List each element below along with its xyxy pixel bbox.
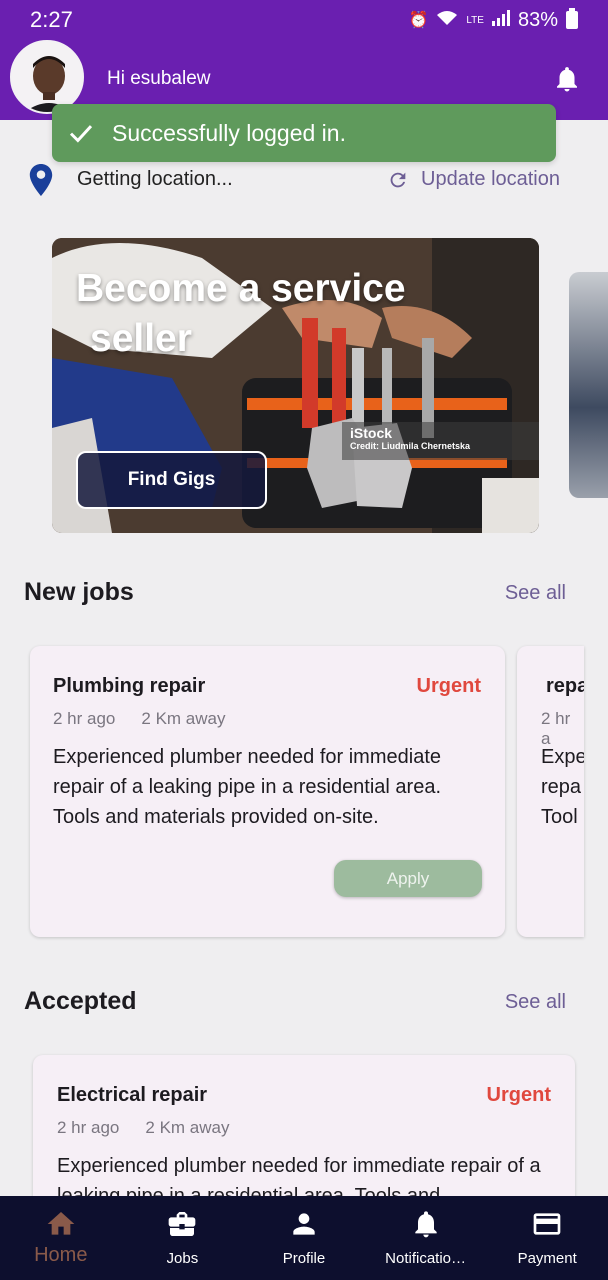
nav-payment[interactable]: Payment — [486, 1196, 608, 1280]
status-time: 2:27 — [30, 7, 73, 32]
job-card[interactable]: Plumbing repair Urgent 2 hr ago 2 Km awa… — [30, 646, 505, 937]
new-jobs-see-all-link[interactable]: See all — [505, 582, 566, 605]
job-title: repa — [546, 675, 584, 697]
job-time: 2 hr ago — [57, 1118, 120, 1137]
accepted-see-all-link[interactable]: See all — [505, 991, 566, 1014]
watermark-brand: iStock — [350, 425, 393, 441]
job-title: Plumbing repair — [53, 675, 206, 697]
nav-notifications-label: Notificatio… — [385, 1250, 466, 1267]
nav-jobs[interactable]: Jobs — [122, 1196, 244, 1280]
job-description-line: Expe — [541, 746, 584, 768]
person-icon — [293, 1213, 315, 1235]
snackbar-message: Successfully logged in. — [112, 119, 346, 146]
alarm-icon: ⏰ — [408, 12, 429, 29]
new-jobs-title: New jobs — [24, 578, 134, 606]
nav-home[interactable]: Home — [0, 1196, 122, 1280]
job-description-line: repa — [541, 776, 582, 798]
istock-watermark: iStock Credit: Liudmila Chernetska — [342, 422, 539, 460]
nav-profile[interactable]: Profile — [243, 1196, 365, 1280]
job-title: Electrical repair — [57, 1084, 208, 1106]
nav-payment-label: Payment — [517, 1250, 577, 1267]
status-icons: ⏰ LTE 83% — [408, 8, 578, 32]
urgent-badge: Urgent — [486, 1084, 551, 1106]
bottom-navigation: Home Jobs Profile Notificatio… Payment — [0, 1196, 608, 1280]
find-gigs-button[interactable]: Find Gigs — [76, 451, 267, 509]
notification-bell-icon[interactable] — [552, 64, 582, 94]
job-description-line: Tool — [541, 806, 578, 828]
banner-title: Become a service seller — [76, 264, 406, 364]
update-location-label: Update location — [421, 168, 560, 190]
battery-icon — [566, 8, 578, 29]
wifi-icon — [436, 10, 458, 31]
watermark-credit: Credit: Liudmila Chernetska — [350, 441, 471, 451]
urgent-badge: Urgent — [416, 675, 481, 697]
location-pin-icon — [29, 164, 53, 196]
signal-icon — [491, 9, 510, 31]
job-description: Experienced plumber needed for immediate… — [53, 746, 442, 828]
nav-profile-label: Profile — [282, 1250, 326, 1267]
nav-home-label: Home — [34, 1244, 88, 1266]
update-location-button[interactable]: Update location — [387, 168, 560, 191]
apply-button[interactable]: Apply — [334, 860, 482, 897]
avatar[interactable] — [10, 40, 84, 114]
promo-banner[interactable]: Become a service seller iStock Credit: L… — [52, 238, 539, 533]
battery-percent: 83% — [517, 8, 558, 31]
location-row: Getting location... Update location — [28, 164, 568, 198]
job-distance: 2 Km away — [141, 709, 226, 728]
banner-title-line2: seller — [90, 317, 192, 360]
greeting-text: Hi esubalew — [107, 68, 211, 89]
job-time: 2 hr ago — [53, 709, 116, 728]
job-description: Expe repa Tool — [541, 742, 584, 832]
banner-title-line1: Become a service — [76, 267, 406, 310]
status-bar: 2:27 ⏰ LTE 83% — [0, 0, 608, 40]
card-icon — [533, 1213, 561, 1235]
check-icon — [69, 125, 93, 143]
bell-icon — [414, 1211, 437, 1238]
job-meta: 2 hr ago 2 Km away — [57, 1118, 229, 1138]
nav-notifications[interactable]: Notificatio… — [365, 1196, 487, 1280]
lte-label: LTE — [466, 14, 484, 26]
location-status: Getting location... — [77, 168, 233, 190]
briefcase-icon — [169, 1212, 196, 1236]
accepted-title: Accepted — [24, 987, 137, 1015]
refresh-icon — [390, 172, 406, 187]
success-snackbar: Successfully logged in. — [52, 104, 556, 162]
next-banner-peek[interactable] — [569, 272, 608, 498]
job-card-peek[interactable]: repa 2 hr a Expe repa Tool — [517, 646, 584, 937]
home-icon — [47, 1212, 75, 1235]
nav-jobs-label: Jobs — [166, 1250, 199, 1267]
job-distance: 2 Km away — [145, 1118, 230, 1137]
job-meta: 2 hr ago 2 Km away — [53, 709, 225, 729]
